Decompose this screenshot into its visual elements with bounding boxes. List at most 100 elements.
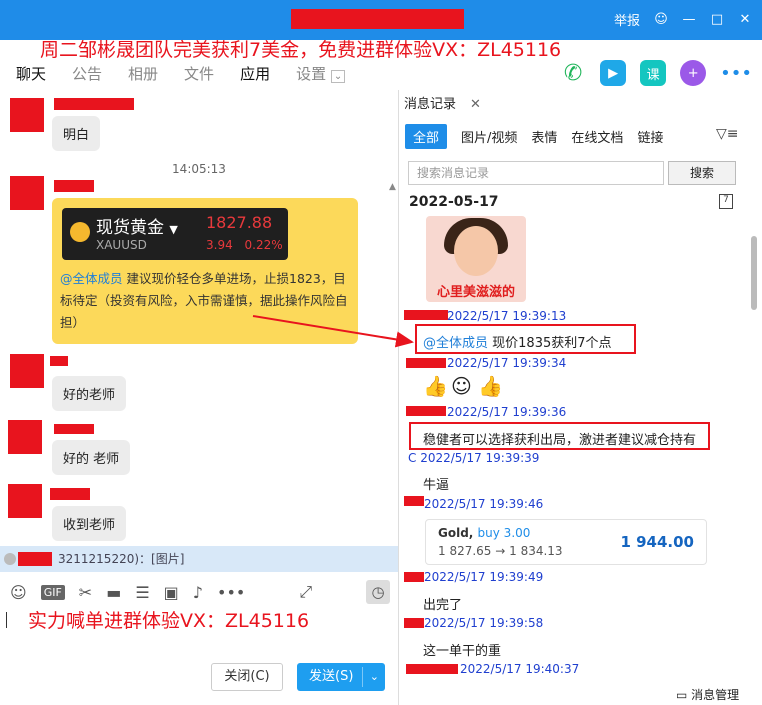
history-time: 2022/5/17 19:40:37 (460, 662, 580, 676)
add-app-icon[interactable]: + (680, 60, 707, 86)
manage-icon: ▭ (676, 688, 688, 702)
gold-symbol: XAUUSD (96, 238, 147, 252)
panel-divider[interactable] (398, 90, 399, 705)
filter-icon[interactable]: ▽≡ (716, 126, 739, 142)
text-caret (6, 612, 7, 628)
redacted-name (50, 488, 90, 500)
redacted-sender (404, 496, 424, 506)
history-clock-icon[interactable]: ◷ (366, 580, 390, 604)
trade-side: buy 3.00 (477, 526, 531, 540)
redacted-sender (406, 664, 458, 674)
redacted-name (54, 180, 94, 192)
promo-overlay-bottom: 实力喊单进群体验VX：ZL45116 (28, 610, 310, 632)
sticker-face (454, 226, 498, 276)
notice-avatar-icon (4, 553, 16, 565)
skin-icon[interactable]: ☺ (654, 12, 668, 27)
calendar-icon[interactable]: 7 (719, 194, 733, 209)
video-icon[interactable]: ▶ (600, 60, 627, 86)
message-manage-link[interactable]: ▭ 消息管理 (676, 686, 739, 703)
smile-icon: ☺ (451, 374, 472, 398)
mention-all[interactable]: @全体成员 (423, 336, 488, 351)
close-window-button[interactable]: ✕ (738, 12, 752, 27)
history-message-text: 现价1835获利7个点 (492, 336, 612, 351)
scroll-up-icon[interactable]: ▲ (389, 182, 396, 192)
history-message: 稳健者可以选择获利出局，激进者建议减仓持有 (423, 433, 697, 448)
notice-bar[interactable]: 3211215220)：[图片] (0, 546, 398, 572)
search-button[interactable]: 搜索 (668, 161, 736, 185)
history-search-input[interactable]: 搜索消息记录 (408, 161, 664, 185)
message-bubble: 好的老师 (52, 376, 127, 411)
gold-name-text: 现货黄金 (96, 218, 164, 238)
history-message: @全体成员 现价1835获利7个点 (423, 332, 612, 351)
sticker-image[interactable]: 心里美滋滋的 (426, 216, 526, 302)
redacted-sender (406, 358, 446, 368)
trade-card[interactable]: Gold, buy 3.00 1 827.65 → 1 834.13 1 944… (425, 519, 707, 565)
tab-apps[interactable]: 应用 (240, 63, 270, 84)
dropdown-icon: ▼ (169, 223, 178, 236)
avatar[interactable] (10, 354, 44, 388)
avatar[interactable] (10, 176, 44, 210)
history-time: 2022/5/17 19:39:58 (424, 616, 544, 630)
more-tools-icon[interactable]: ••• (217, 583, 245, 602)
input-toolbar: ☺ GIF ✂ ▬ ☰ ▣ ♪ ••• ⤢ (0, 576, 398, 608)
report-link[interactable]: 举报 (614, 10, 640, 29)
message-bubble: 收到老师 (52, 506, 127, 541)
filter-links[interactable]: 链接 (637, 127, 663, 146)
tab-settings[interactable]: 设置 ⌄ (296, 63, 346, 84)
image-icon[interactable]: ▣ (164, 583, 179, 602)
files-icon[interactable]: ☰ (135, 583, 149, 602)
emoji-icon[interactable]: ☺ (10, 583, 27, 602)
class-icon[interactable]: 课 (640, 60, 667, 86)
history-tab[interactable]: 消息记录 ✕ (404, 92, 481, 118)
redacted-sender (404, 572, 424, 582)
avatar[interactable] (8, 484, 42, 518)
avatar[interactable] (8, 420, 42, 454)
tab-album[interactable]: 相册 (128, 63, 158, 84)
message-manage-label: 消息管理 (691, 688, 740, 702)
history-time: C 2022/5/17 19:39:39 (408, 451, 540, 465)
bell-icon[interactable]: ♪ (193, 583, 203, 602)
tab-chat[interactable]: 聊天 (16, 63, 46, 84)
redacted-notice-name (18, 552, 52, 566)
trade-value: 1 944.00 (620, 533, 694, 551)
more-icon[interactable]: ••• (720, 63, 752, 84)
gold-name: 现货黄金 ▼ (96, 213, 178, 238)
close-button[interactable]: 关闭(C) (211, 663, 283, 691)
expand-icon[interactable]: ⤢ (299, 582, 312, 602)
tab-files[interactable]: 文件 (184, 63, 214, 84)
history-time: 2022/5/17 19:39:36 (447, 405, 567, 419)
trade-symbol-text: Gold, (438, 526, 474, 540)
avatar[interactable] (10, 98, 44, 132)
filter-docs[interactable]: 在线文档 (571, 127, 623, 146)
maximize-button[interactable]: □ (710, 12, 724, 27)
history-message: 出完了 (423, 598, 463, 613)
history-message: 这一单干的重 (423, 644, 502, 659)
gold-ticker-card[interactable]: 现货黄金 ▼ XAUUSD 1827.88 3.94 0.22% (62, 208, 288, 260)
redacted-sender (404, 618, 424, 628)
close-icon[interactable]: ✕ (470, 97, 481, 112)
filter-media[interactable]: 图片/视频 (461, 127, 517, 146)
mention-all[interactable]: @全体成员 (60, 271, 123, 286)
history-time: 2022/5/17 19:39:49 (424, 570, 544, 584)
gif-icon[interactable]: GIF (40, 584, 65, 600)
minimize-button[interactable]: — (682, 12, 696, 27)
gold-change: 3.94 0.22% (206, 238, 283, 252)
tab-bar: 聊天 公告 相册 文件 应用 设置 ⌄ ✆ ▶ 课 + ••• (0, 56, 762, 90)
history-time: 2022/5/17 19:39:46 (424, 497, 544, 511)
gold-advice-text: @全体成员 建议现价轻仓多单进场，止损1823，目标待定（投资有风险，入市需谨慎… (60, 268, 356, 334)
redacted-name (50, 356, 68, 366)
history-tab-label: 消息记录 (404, 97, 457, 112)
send-label: 发送(S) (309, 669, 354, 684)
send-button[interactable]: 发送(S) ⌄ (297, 663, 385, 691)
trade-symbol: Gold, buy 3.00 (438, 526, 530, 540)
scissors-icon[interactable]: ✂ (79, 583, 92, 602)
phone-icon[interactable]: ✆ (560, 60, 586, 86)
filter-emoji[interactable]: 表情 (531, 127, 557, 146)
history-scrollbar[interactable] (751, 236, 757, 310)
redacted-sender (404, 310, 448, 320)
filter-all[interactable]: 全部 (405, 124, 448, 149)
gold-coin-icon (70, 222, 90, 242)
tab-notice[interactable]: 公告 (72, 63, 102, 84)
chevron-down-icon[interactable]: ⌄ (370, 663, 379, 691)
folder-icon[interactable]: ▬ (106, 583, 121, 602)
